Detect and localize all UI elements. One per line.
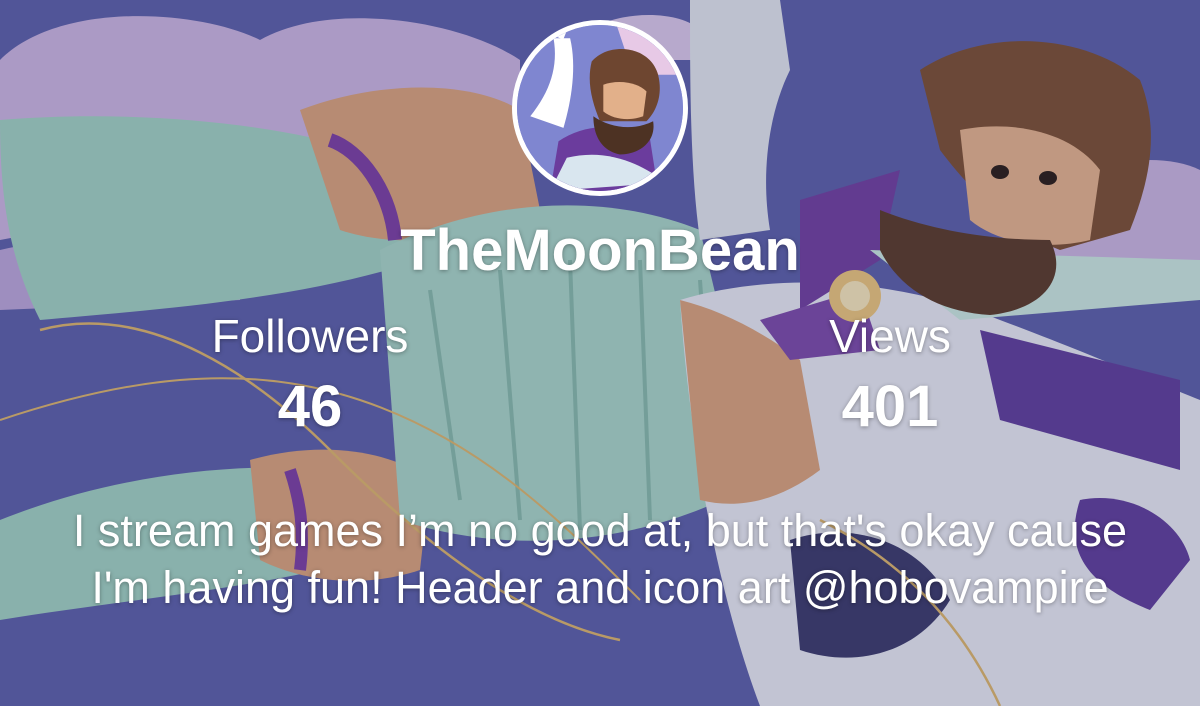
profile-header: TheMoonBean Followers 46 Views 401 I str…: [0, 0, 1200, 706]
followers-count: 46: [277, 374, 343, 439]
profile-bio: I stream games I’m no good at, but that'…: [72, 505, 1128, 613]
username: TheMoonBean: [400, 218, 800, 283]
avatar-image: [517, 25, 683, 191]
views-label: Views: [829, 310, 951, 362]
views-count: 401: [841, 374, 939, 439]
followers-label: Followers: [211, 310, 409, 362]
profile-avatar[interactable]: [512, 20, 688, 196]
